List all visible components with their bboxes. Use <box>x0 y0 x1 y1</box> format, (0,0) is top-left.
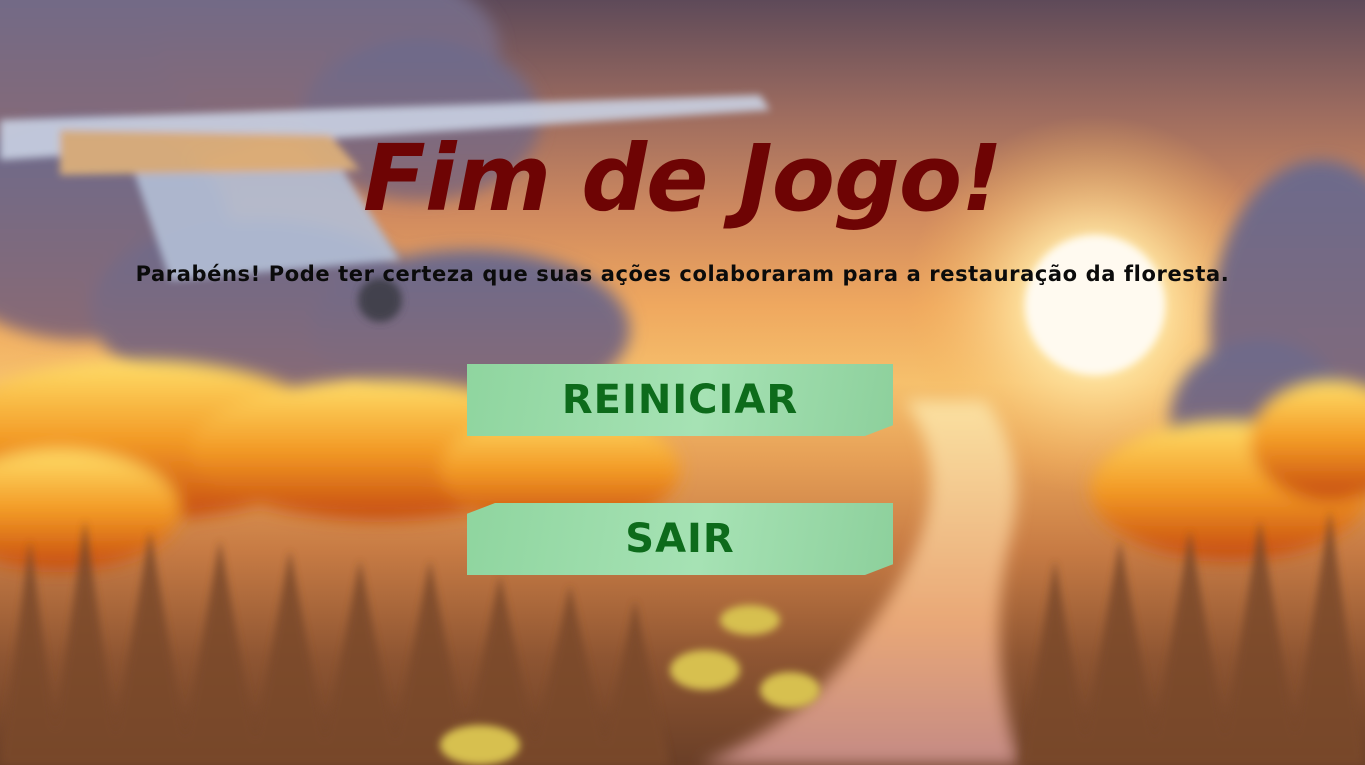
page-title: Fim de Jogo! <box>362 125 1003 232</box>
congratulations-message: Parabéns! Pode ter certeza que suas açõe… <box>135 262 1230 286</box>
restart-button[interactable]: REINICIAR <box>467 364 893 436</box>
exit-button[interactable]: SAIR <box>467 503 893 575</box>
